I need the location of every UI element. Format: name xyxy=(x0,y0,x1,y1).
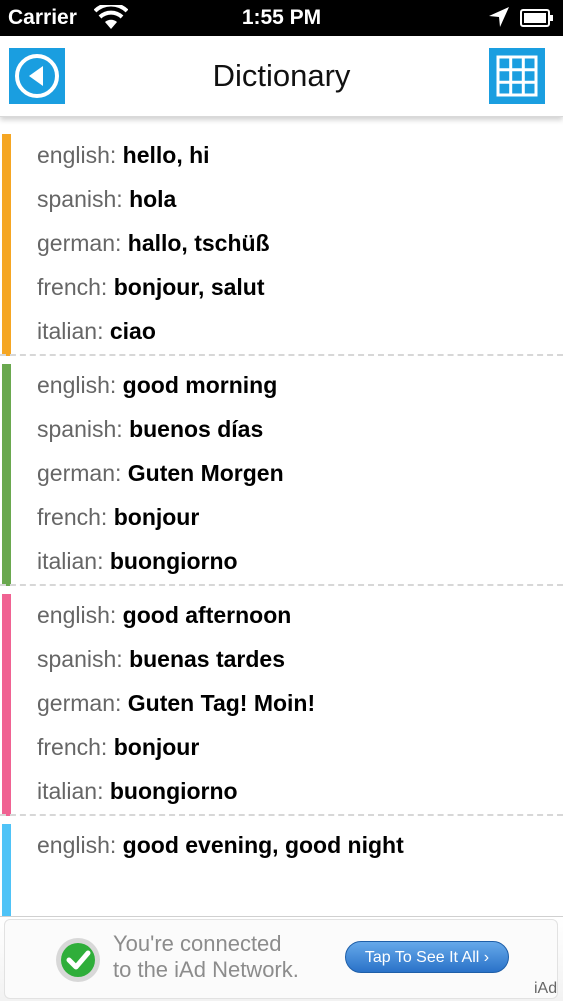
checkmark-icon xyxy=(56,938,100,982)
translation-text: Guten Tag! Moin! xyxy=(127,690,316,716)
location-arrow-icon xyxy=(489,7,509,27)
translation-text: ciao xyxy=(109,318,156,344)
back-button[interactable] xyxy=(9,48,65,104)
translation-text: Guten Morgen xyxy=(127,460,284,486)
translation-row: english: good evening, good night xyxy=(37,823,404,867)
entry-color-bar xyxy=(2,594,11,816)
language-label: italian: xyxy=(37,318,104,344)
language-label: german: xyxy=(37,690,122,716)
translation-row: spanish: buenos días xyxy=(37,407,263,451)
translation-row: spanish: buenas tardes xyxy=(37,637,285,681)
translation-row: english: good afternoon xyxy=(37,593,291,637)
dictionary-entry[interactable]: english: hello, hi spanish: hola german: h… xyxy=(0,130,563,360)
iad-label: iAd xyxy=(534,980,558,997)
translation-row: french: bonjour xyxy=(37,495,199,539)
translation-text: buenos días xyxy=(129,416,264,442)
entry-divider xyxy=(0,584,563,586)
dictionary-list[interactable]: english: hello, hi spanish: hola german: h… xyxy=(0,130,563,916)
translation-row: german: Guten Tag! Moin! xyxy=(37,681,315,725)
language-label: spanish: xyxy=(37,416,123,442)
entry-color-bar xyxy=(2,364,11,586)
translation-row: french: bonjour xyxy=(37,725,199,769)
translation-text: good afternoon xyxy=(122,602,292,628)
translation-row: english: good morning xyxy=(37,363,277,407)
dictionary-entry[interactable]: english: good morning spanish: buenos día… xyxy=(0,360,563,590)
translation-text: buongiorno xyxy=(109,778,238,804)
ad-button-label: Tap To See It All xyxy=(364,949,480,966)
translation-text: buongiorno xyxy=(109,548,238,574)
translation-row: german: Guten Morgen xyxy=(37,451,284,495)
translation-text: good morning xyxy=(122,372,278,398)
entry-color-bar xyxy=(2,824,11,916)
chevron-right-icon: › xyxy=(483,949,490,966)
translation-row: german: hallo, tschüß xyxy=(37,221,270,265)
grid-menu-button[interactable] xyxy=(489,48,545,104)
translation-text: hello, hi xyxy=(122,142,210,168)
translation-text: hallo, tschüß xyxy=(127,230,270,256)
language-label: french: xyxy=(37,734,108,760)
language-label: german: xyxy=(37,460,122,486)
nav-bar: Dictionary xyxy=(0,36,563,117)
entry-divider xyxy=(0,814,563,816)
back-arrow-icon xyxy=(15,54,59,98)
language-label: spanish: xyxy=(37,186,123,212)
translation-row: english: hello, hi xyxy=(37,133,210,177)
dictionary-entry[interactable]: english: good evening, good night xyxy=(0,820,563,916)
language-label: french: xyxy=(37,504,108,530)
translation-text: bonjour xyxy=(113,504,200,530)
ad-line-2: to the iAd Network. xyxy=(113,957,299,982)
ad-line-1: You're connected xyxy=(113,931,282,956)
status-bar: Carrier 1:55 PM xyxy=(0,0,563,36)
translation-row: french: bonjour, salut xyxy=(37,265,265,309)
language-label: german: xyxy=(37,230,122,256)
translation-row: italian: buongiorno xyxy=(37,539,238,583)
language-label: english: xyxy=(37,602,117,628)
translation-row: italian: ciao xyxy=(37,309,156,353)
language-label: english: xyxy=(37,372,117,398)
language-label: italian: xyxy=(37,548,104,574)
battery-icon xyxy=(520,9,553,27)
grid-icon xyxy=(496,55,538,97)
ad-message: You're connected to the iAd Network. xyxy=(113,931,299,983)
status-time: 1:55 PM xyxy=(241,6,322,29)
translation-text: good evening, good night xyxy=(122,832,404,858)
translation-row: italian: buongiorno xyxy=(37,769,238,813)
translation-text: bonjour xyxy=(113,734,200,760)
translation-text: buenas tardes xyxy=(129,646,286,672)
language-label: french: xyxy=(37,274,108,300)
tap-to-see-all-button[interactable]: Tap To See It All › xyxy=(345,941,509,973)
language-label: english: xyxy=(37,832,117,858)
language-label: italian: xyxy=(37,778,104,804)
dictionary-entry[interactable]: english: good afternoon spanish: buenas t… xyxy=(0,590,563,820)
language-label: spanish: xyxy=(37,646,123,672)
translation-text: bonjour, salut xyxy=(113,274,265,300)
entry-divider xyxy=(0,354,563,356)
translation-text: hola xyxy=(129,186,177,212)
translation-row: spanish: hola xyxy=(37,177,176,221)
entry-color-bar xyxy=(2,134,11,356)
language-label: english: xyxy=(37,142,117,168)
page-title: Dictionary xyxy=(212,58,351,93)
